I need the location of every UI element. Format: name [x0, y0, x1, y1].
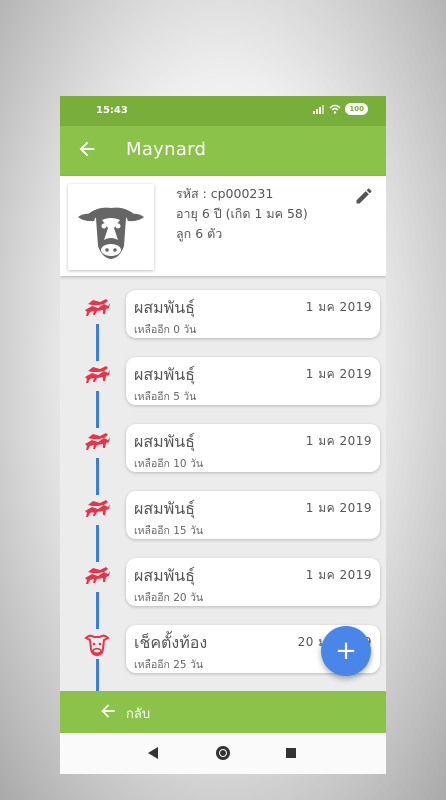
- event-remaining: เหลืออีก 25 วัน: [134, 659, 204, 671]
- animal-code: รหัส : cp000231: [176, 186, 274, 201]
- event-remaining: เหลืออีก 10 วัน: [134, 458, 204, 470]
- event-title: ผสมพันธุ์: [134, 566, 195, 585]
- timeline-item: ผสมพันธุ์ 1 มค 2019 เหลืออีก 5 วัน: [60, 357, 386, 407]
- timeline-item: ผสมพันธุ์ 1 มค 2019 เหลืออีก 10 วัน: [60, 424, 386, 474]
- event-remaining: เหลืออีก 15 วัน: [134, 525, 204, 537]
- cow-face-icon: [78, 207, 144, 259]
- event-remaining: เหลืออีก 5 วัน: [134, 391, 197, 403]
- nav-home-icon[interactable]: [216, 746, 230, 760]
- phone-screen: 15:43 100 Maynard รหัส: cp000231 อายุ 6…: [60, 96, 386, 774]
- nav-recent-apps-icon[interactable]: [286, 748, 296, 758]
- event-title: ผสมพันธุ์: [134, 432, 195, 451]
- event-date: 1 มค 2019: [305, 501, 372, 515]
- event-card[interactable]: ผสมพันธุ์ 1 มค 2019 เหลืออีก 10 วัน: [126, 424, 380, 472]
- breeding-icon: [82, 562, 112, 592]
- event-card[interactable]: ผสมพันธุ์ 1 มค 2019 เหลืออีก 5 วัน: [126, 357, 380, 405]
- animal-age: อายุ 6 ปี (เกิด 1 มค 58): [176, 206, 308, 221]
- animal-children: ลูก 6 ตัว: [176, 226, 223, 241]
- status-bar: 15:43 100: [60, 96, 386, 126]
- back-label: กลับ: [126, 707, 151, 722]
- breeding-icon: [82, 361, 112, 391]
- back-arrow-icon[interactable]: [76, 138, 98, 160]
- breeding-icon: [82, 428, 112, 458]
- add-event-fab[interactable]: +: [321, 626, 371, 676]
- event-date: 1 มค 2019: [305, 568, 372, 582]
- signal-icon: [313, 105, 325, 114]
- system-nav-bar: [60, 733, 386, 774]
- animal-profile-card: รหัส : cp000231 อายุ 6 ปี (เกิด 1 มค 58)…: [60, 176, 386, 276]
- back-arrow-icon: [101, 704, 115, 718]
- event-card[interactable]: ผสมพันธุ์ 1 มค 2019 เหลืออีก 20 วัน: [126, 558, 380, 606]
- edit-pencil-icon[interactable]: [354, 186, 374, 206]
- event-date: 1 มค 2019: [305, 434, 372, 448]
- event-date: 1 มค 2019: [305, 300, 372, 314]
- event-title: ผสมพันธุ์: [134, 499, 195, 518]
- animal-photo: [68, 184, 154, 270]
- event-title: ผสมพันธุ์: [134, 365, 195, 384]
- wifi-icon: [329, 104, 341, 114]
- battery-indicator: 100: [345, 103, 368, 115]
- cow-head-icon: [82, 629, 112, 659]
- event-remaining: เหลืออีก 0 วัน: [134, 324, 197, 336]
- page-title: Maynard: [126, 139, 207, 160]
- timeline-item: ผสมพันธุ์ 1 มค 2019 เหลืออีก 0 วัน: [60, 290, 386, 340]
- event-card[interactable]: ผสมพันธุ์ 1 มค 2019 เหลืออีก 0 วัน: [126, 290, 380, 338]
- status-time: 15:43: [96, 105, 128, 116]
- timeline-item: ผสมพันธุ์ 1 มค 2019 เหลืออีก 15 วัน: [60, 491, 386, 541]
- event-remaining: เหลืออีก 20 วัน: [134, 592, 204, 604]
- bottom-back-bar[interactable]: กลับ: [60, 691, 386, 733]
- event-title: ผสมพันธุ์: [134, 298, 195, 317]
- breeding-icon: [82, 294, 112, 324]
- animal-info: รหัส : cp000231 อายุ 6 ปี (เกิด 1 มค 58)…: [176, 184, 308, 244]
- app-bar: Maynard: [60, 126, 386, 176]
- status-icons: 100: [313, 103, 368, 115]
- nav-back-icon[interactable]: [148, 747, 158, 759]
- event-title: เช็คตั้งท้อง: [134, 633, 208, 652]
- timeline-item: ผสมพันธุ์ 1 มค 2019 เหลืออีก 20 วัน: [60, 558, 386, 608]
- breeding-icon: [82, 495, 112, 525]
- event-date: 1 มค 2019: [305, 367, 372, 381]
- event-card[interactable]: ผสมพันธุ์ 1 มค 2019 เหลืออีก 15 วัน: [126, 491, 380, 539]
